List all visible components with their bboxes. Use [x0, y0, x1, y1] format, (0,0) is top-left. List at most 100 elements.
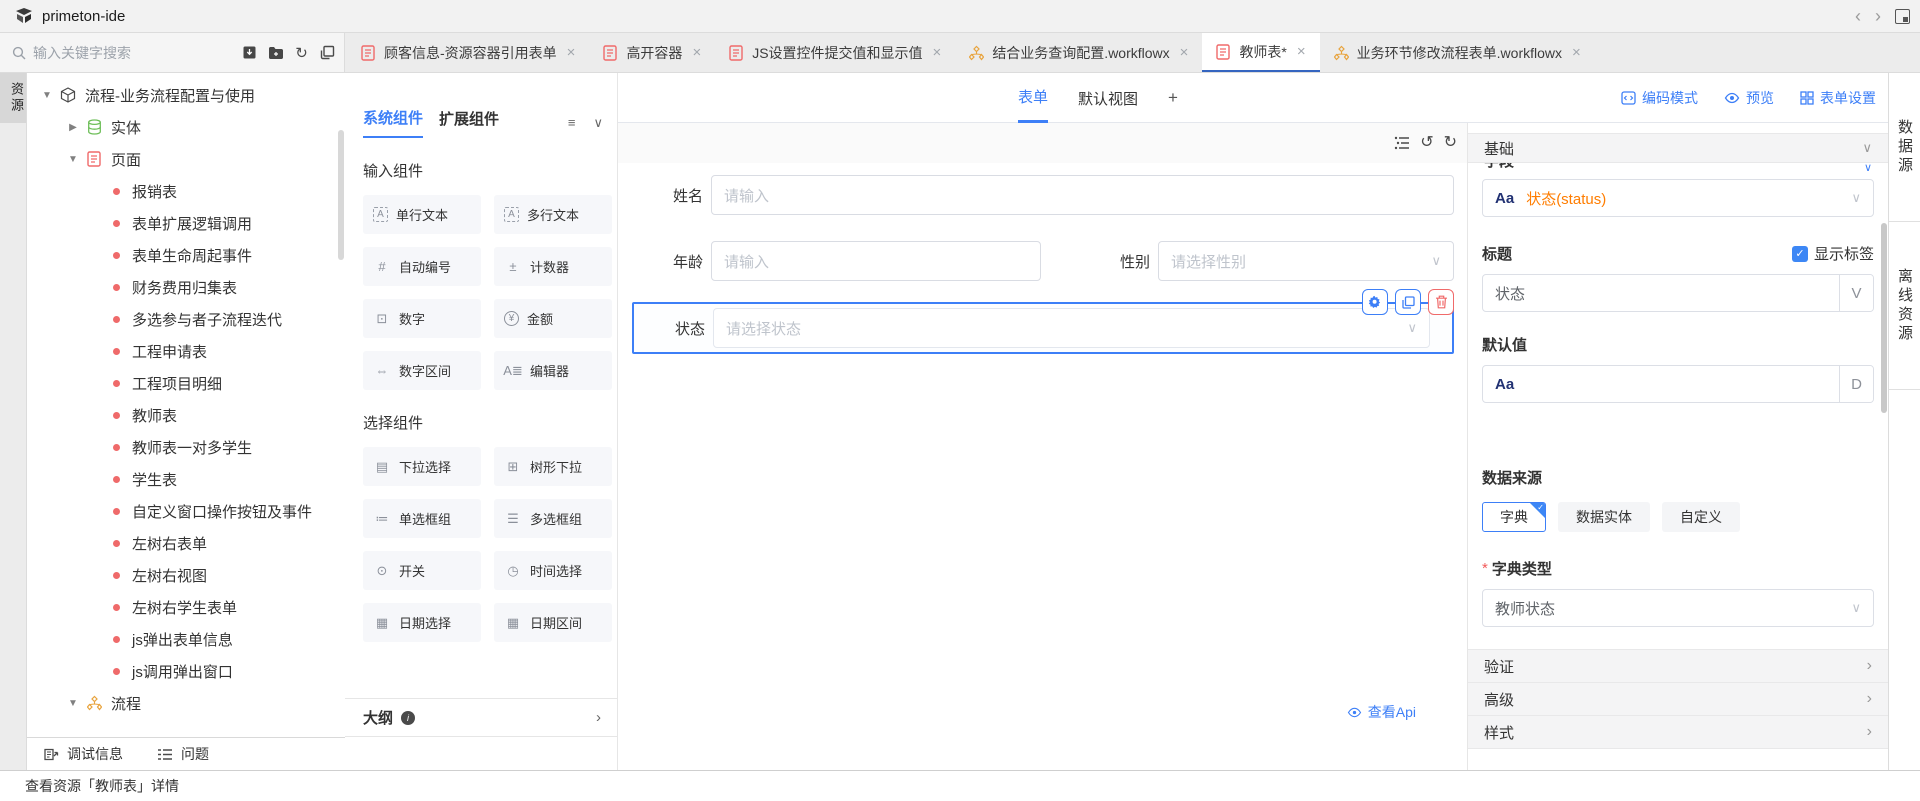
palette-component[interactable]: ¥ 金额: [494, 299, 612, 338]
default-variable-button[interactable]: D: [1839, 366, 1873, 402]
default-value-input[interactable]: Aa D: [1482, 365, 1874, 403]
tree-page-item[interactable]: 报销表: [27, 175, 345, 207]
editor-tab[interactable]: 高开容器 ×: [589, 33, 715, 72]
field-delete-button[interactable]: [1428, 289, 1454, 315]
tree-node-page[interactable]: ▼ 页面: [27, 143, 345, 175]
field-settings-button[interactable]: [1362, 289, 1388, 315]
resource-search[interactable]: 输入关键字搜索 ↻: [0, 33, 345, 73]
gender-select[interactable]: 请选择性别 ∨: [1158, 241, 1454, 281]
tree-page-item[interactable]: 教师表: [27, 399, 345, 431]
palette-component[interactable]: ◷ 时间选择: [494, 551, 612, 590]
tree-node-workflow[interactable]: ▼ 流程: [27, 687, 345, 719]
palette-collapse-icon[interactable]: ∨: [593, 115, 603, 131]
palette-component[interactable]: ⊞ 树形下拉: [494, 447, 612, 486]
dict-type-select[interactable]: 教师状态 ∨: [1482, 589, 1874, 627]
tab-form[interactable]: 表单: [1018, 73, 1048, 123]
tab-close-icon[interactable]: ×: [1180, 44, 1189, 61]
palette-component[interactable]: # 自动编号: [363, 247, 481, 286]
field-row-name[interactable]: 姓名 请输入: [632, 175, 1454, 215]
nav-back-icon[interactable]: ‹: [1855, 7, 1861, 25]
checkbox-checked-icon[interactable]: ✓: [1792, 246, 1808, 262]
tree-page-item[interactable]: js弹出表单信息: [27, 623, 345, 655]
tab-close-icon[interactable]: ×: [567, 44, 576, 61]
palette-menu-icon[interactable]: ≡: [568, 115, 576, 131]
import-resource-icon[interactable]: [241, 44, 258, 61]
datasource-custom-button[interactable]: 自定义: [1662, 502, 1740, 532]
tab-close-icon[interactable]: ×: [1572, 44, 1581, 61]
tree-page-item[interactable]: 工程申请表: [27, 335, 345, 367]
tree-scrollbar[interactable]: [338, 130, 344, 260]
tree-node-project[interactable]: ▼ 流程-业务流程配置与使用: [27, 79, 345, 111]
selected-field-status[interactable]: 状态 请选择状态 ∨: [632, 302, 1454, 354]
editor-tab[interactable]: 业务环节修改流程表单.workflowx ×: [1320, 33, 1595, 72]
palette-component[interactable]: ≔ 单选框组: [363, 499, 481, 538]
palette-component[interactable]: ▦ 日期选择: [363, 603, 481, 642]
tree-page-item[interactable]: 工程项目明细: [27, 367, 345, 399]
editor-tab[interactable]: 顾客信息-资源容器引用表单 ×: [347, 33, 589, 72]
offline-resources-vertical-tab[interactable]: 离线资源: [1889, 222, 1920, 390]
caret-down-icon[interactable]: ▼: [67, 698, 79, 709]
tree-page-item[interactable]: 左树右学生表单: [27, 591, 345, 623]
section-basic-header[interactable]: 基础 ∨: [1468, 133, 1888, 163]
editor-tab[interactable]: 结合业务查询配置.workflowx ×: [955, 33, 1202, 72]
palette-component[interactable]: ⊙ 开关: [363, 551, 481, 590]
tree-page-item[interactable]: 多选参与者子流程迭代: [27, 303, 345, 335]
tab-default-view[interactable]: 默认视图: [1078, 73, 1138, 123]
nav-forward-icon[interactable]: ›: [1875, 7, 1881, 25]
new-folder-icon[interactable]: [267, 44, 284, 61]
props-scrollbar[interactable]: [1881, 223, 1887, 413]
outline-section[interactable]: 大纲 i ›: [345, 698, 617, 737]
tree-page-item[interactable]: 教师表一对多学生: [27, 431, 345, 463]
tab-close-icon[interactable]: ×: [1297, 43, 1306, 60]
palette-component[interactable]: A 多行文本: [494, 195, 612, 234]
editor-tab[interactable]: JS设置控件提交值和显示值 ×: [715, 33, 955, 72]
title-value-input[interactable]: 状态 V: [1482, 274, 1874, 312]
tab-extension-components[interactable]: 扩展组件: [439, 108, 499, 137]
caret-down-icon[interactable]: ▼: [41, 90, 53, 101]
view-api-link[interactable]: 查看Api: [1347, 702, 1416, 722]
undo-icon[interactable]: ↺: [1420, 135, 1433, 151]
caret-down-icon[interactable]: ▼: [67, 154, 79, 165]
section-advanced[interactable]: 高级 ›: [1468, 683, 1888, 716]
age-input[interactable]: 请输入: [711, 241, 1041, 281]
window-restore-icon[interactable]: [1895, 9, 1910, 24]
tree-page-item[interactable]: js调用弹出窗口: [27, 655, 345, 687]
palette-component[interactable]: A≣ 编辑器: [494, 351, 612, 390]
section-validate[interactable]: 验证 ›: [1468, 650, 1888, 683]
editor-tab[interactable]: 教师表* ×: [1202, 33, 1319, 72]
title-variable-button[interactable]: V: [1839, 275, 1873, 311]
palette-component[interactable]: ▤ 下拉选择: [363, 447, 481, 486]
tree-page-item[interactable]: 左树右表单: [27, 527, 345, 559]
show-label-toggle[interactable]: ✓ 显示标签: [1792, 243, 1874, 264]
tree-page-item[interactable]: 财务费用归集表: [27, 271, 345, 303]
preview-button[interactable]: 预览: [1724, 88, 1774, 108]
tree-page-item[interactable]: 自定义窗口操作按钮及事件: [27, 495, 345, 527]
datasource-vertical-tab[interactable]: 数据源: [1889, 73, 1920, 222]
palette-component[interactable]: A 单行文本: [363, 195, 481, 234]
datasource-dict-button[interactable]: 字典 ✓: [1482, 502, 1546, 532]
outline-tree-icon[interactable]: [1394, 136, 1410, 150]
name-input[interactable]: 请输入: [711, 175, 1454, 215]
form-settings-button[interactable]: 表单设置: [1800, 88, 1876, 108]
field-gender[interactable]: 性别 请选择性别 ∨: [1120, 241, 1454, 281]
palette-component[interactable]: ± 计数器: [494, 247, 612, 286]
problems-tab[interactable]: 问题: [157, 744, 209, 764]
bound-field-select[interactable]: Aa 状态(status) ∨: [1482, 179, 1874, 217]
debug-info-tab[interactable]: 调试信息: [43, 744, 123, 764]
add-view-button[interactable]: +: [1168, 73, 1178, 123]
palette-component[interactable]: ⇔ 数字区间: [363, 351, 481, 390]
tree-page-item[interactable]: 左树右视图: [27, 559, 345, 591]
tab-system-components[interactable]: 系统组件: [363, 107, 423, 138]
tab-close-icon[interactable]: ×: [692, 44, 701, 61]
tab-close-icon[interactable]: ×: [933, 44, 942, 61]
tree-page-item[interactable]: 表单生命周起事件: [27, 239, 345, 271]
tree-page-item[interactable]: 学生表: [27, 463, 345, 495]
resources-vertical-tab[interactable]: 资源: [0, 73, 26, 123]
redo-icon[interactable]: ↻: [1444, 135, 1457, 151]
palette-component[interactable]: ⊡ 数字: [363, 299, 481, 338]
field-age[interactable]: 年龄 请输入: [673, 241, 1041, 281]
status-select[interactable]: 请选择状态 ∨: [713, 308, 1430, 348]
code-mode-button[interactable]: 编码模式: [1621, 88, 1698, 108]
palette-component[interactable]: ☰ 多选框组: [494, 499, 612, 538]
chevron-right-icon[interactable]: ›: [596, 709, 601, 726]
